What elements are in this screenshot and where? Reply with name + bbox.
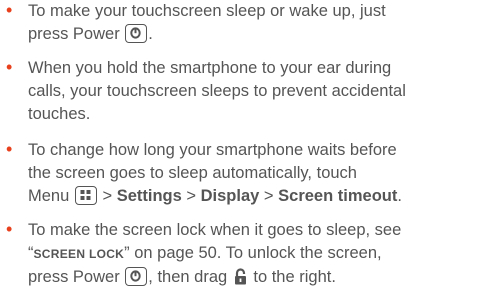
unlock-icon xyxy=(234,268,247,292)
page: • To make your touchscreen sleep or wake… xyxy=(0,0,489,288)
text-line: When you hold the smartphone to your ear… xyxy=(28,59,392,77)
text-line: press Power xyxy=(28,268,120,286)
text-line: To change how long your smartphone waits… xyxy=(28,141,397,159)
text-line: To make the screen lock when it goes to … xyxy=(28,221,402,239)
menu-label: Menu xyxy=(28,187,70,205)
power-key-icon xyxy=(125,24,148,43)
text-line: , then drag xyxy=(148,268,228,286)
text-punct: . xyxy=(397,187,402,205)
screen-lock-link[interactable]: SCREEN LOCK xyxy=(34,247,125,261)
separator: > xyxy=(186,187,197,205)
bullet-dot: • xyxy=(6,219,13,239)
item-text: When you hold the smartphone to your ear… xyxy=(28,57,486,126)
separator: > xyxy=(263,187,274,205)
list-item: • When you hold the smartphone to your e… xyxy=(0,57,489,126)
bullet-dot: • xyxy=(6,139,13,159)
text-line: press Power xyxy=(28,25,120,43)
screen-timeout-label: Screen timeout xyxy=(278,187,398,205)
text-line: on page 50. To unlock the screen, xyxy=(129,244,382,262)
list-item: • To make your touchscreen sleep or wake… xyxy=(0,0,489,46)
bullet-dot: • xyxy=(6,0,13,20)
item-text: To change how long your smartphone waits… xyxy=(28,139,486,208)
text-line: touches. xyxy=(28,105,91,123)
bullet-dot: • xyxy=(6,57,13,77)
menu-key-icon xyxy=(74,186,97,205)
power-key-icon xyxy=(125,267,148,286)
text-line: to the right. xyxy=(253,268,336,286)
text-line: To make your touchscreen sleep or wake u… xyxy=(28,2,386,20)
text-line: calls, your touchscreen sleeps to preven… xyxy=(28,82,406,100)
separator: > xyxy=(102,187,113,205)
settings-label: Settings xyxy=(116,187,182,205)
item-text: To make your touchscreen sleep or wake u… xyxy=(28,0,486,46)
text-line: the screen goes to sleep automatically, … xyxy=(28,164,357,182)
text-punct: . xyxy=(148,25,153,43)
list-item: • To make the screen lock when it goes t… xyxy=(0,219,489,292)
display-label: Display xyxy=(200,187,260,205)
list-item: • To change how long your smartphone wai… xyxy=(0,139,489,208)
item-text: To make the screen lock when it goes to … xyxy=(28,219,486,292)
